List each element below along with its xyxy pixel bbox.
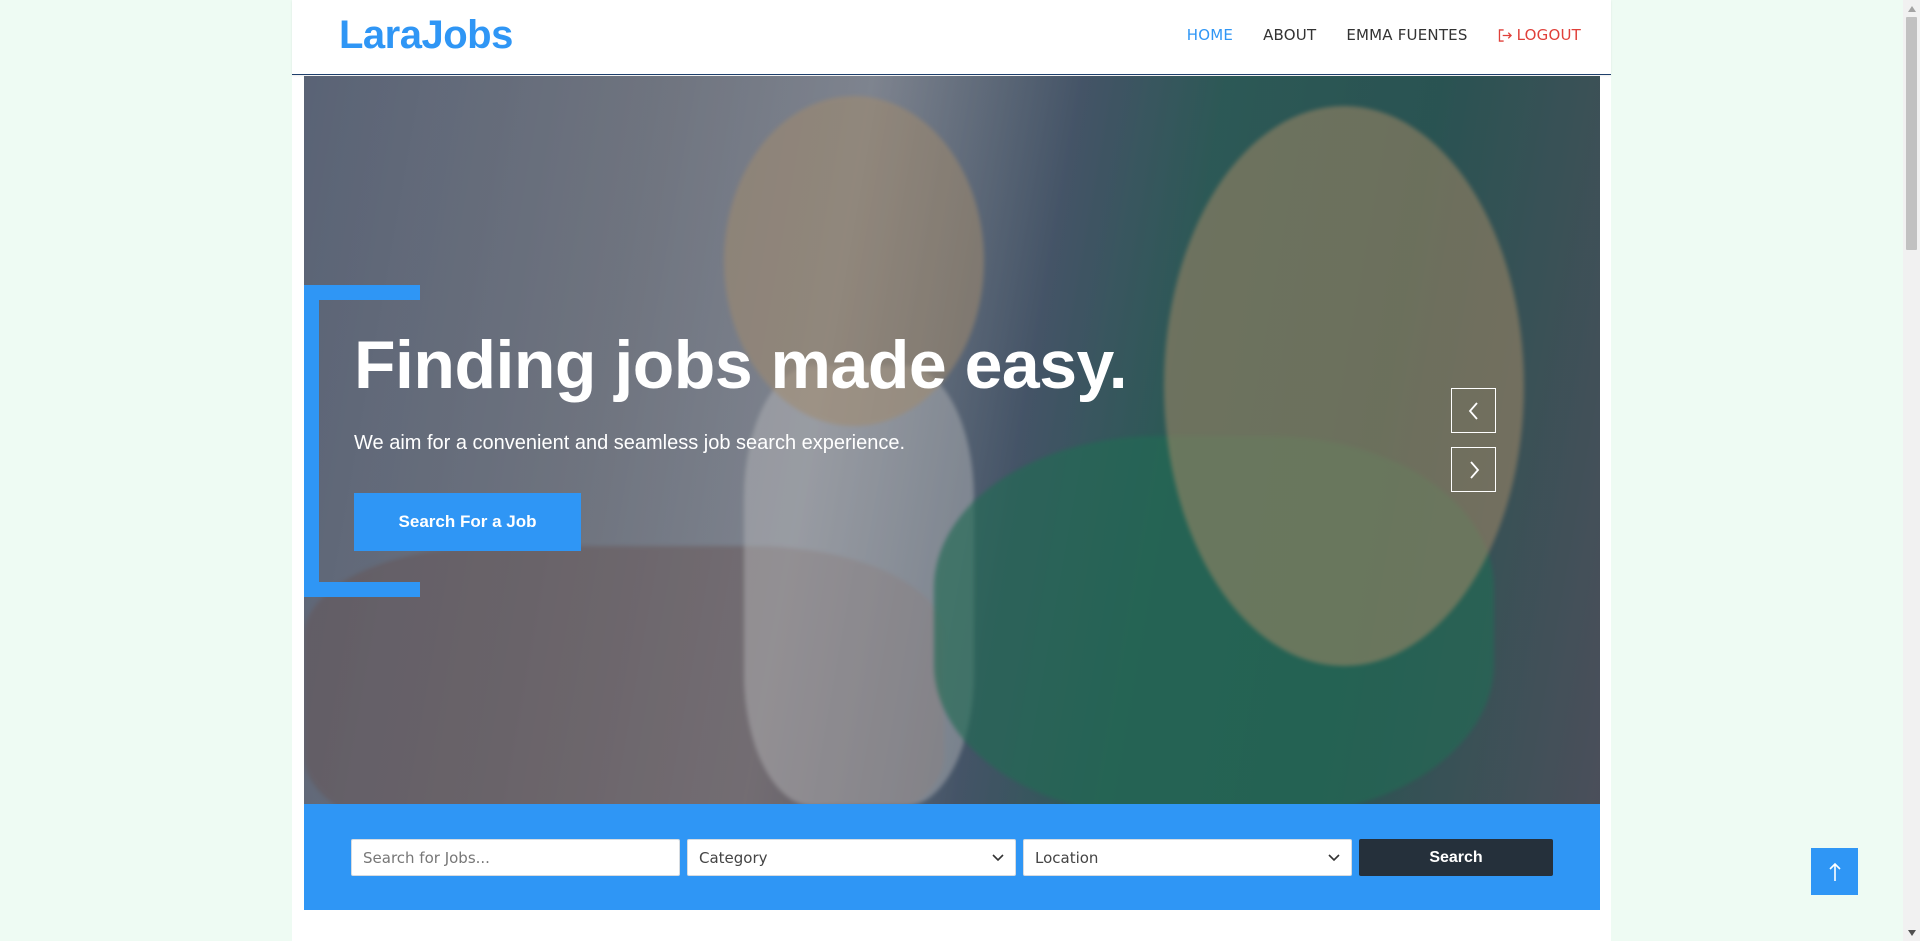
- job-search-field: [351, 839, 680, 876]
- category-select[interactable]: Category: [687, 839, 1016, 876]
- triangle-up-icon: [1907, 5, 1916, 12]
- hero-banner: Finding jobs made easy. We aim for a con…: [304, 76, 1600, 804]
- job-search-bar: Category Location Search: [304, 804, 1600, 910]
- scroll-up-arrow[interactable]: [1903, 0, 1920, 17]
- chevron-down-icon: [992, 853, 1004, 861]
- arrow-up-icon: [1828, 862, 1841, 881]
- main-nav: HOME ABOUT EMMA FUENTES LOGOUT: [1187, 26, 1581, 44]
- job-search-input[interactable]: [363, 848, 668, 867]
- hero-subtitle: We aim for a convenient and seamless job…: [354, 432, 906, 454]
- location-select-value: Location: [1035, 848, 1099, 867]
- nav-about[interactable]: ABOUT: [1263, 26, 1316, 44]
- search-button[interactable]: Search: [1359, 839, 1553, 876]
- hero-title: Finding jobs made easy.: [354, 327, 1128, 403]
- scroll-down-arrow[interactable]: [1903, 924, 1920, 941]
- scrollbar-thumb[interactable]: [1906, 17, 1917, 250]
- page-container: LaraJobs HOME ABOUT EMMA FUENTES LOGOUT …: [292, 0, 1611, 941]
- category-select-value: Category: [699, 848, 768, 867]
- nav-user-profile[interactable]: EMMA FUENTES: [1346, 26, 1467, 44]
- nav-logout[interactable]: LOGOUT: [1498, 26, 1581, 44]
- page-scrollbar[interactable]: [1903, 0, 1920, 941]
- carousel-next-button[interactable]: [1451, 447, 1496, 492]
- chevron-down-icon: [1328, 853, 1340, 861]
- chevron-left-icon: [1468, 401, 1478, 420]
- chevron-right-icon: [1469, 460, 1479, 479]
- carousel-prev-button[interactable]: [1451, 388, 1496, 433]
- logout-icon: [1498, 28, 1512, 42]
- search-for-job-button[interactable]: Search For a Job: [354, 493, 581, 551]
- back-to-top-button[interactable]: [1811, 848, 1858, 895]
- triangle-down-icon: [1907, 929, 1916, 936]
- location-select[interactable]: Location: [1023, 839, 1352, 876]
- nav-home[interactable]: HOME: [1187, 26, 1233, 44]
- logout-label: LOGOUT: [1516, 26, 1581, 44]
- site-logo[interactable]: LaraJobs: [339, 13, 513, 58]
- site-header: LaraJobs HOME ABOUT EMMA FUENTES LOGOUT: [292, 0, 1611, 75]
